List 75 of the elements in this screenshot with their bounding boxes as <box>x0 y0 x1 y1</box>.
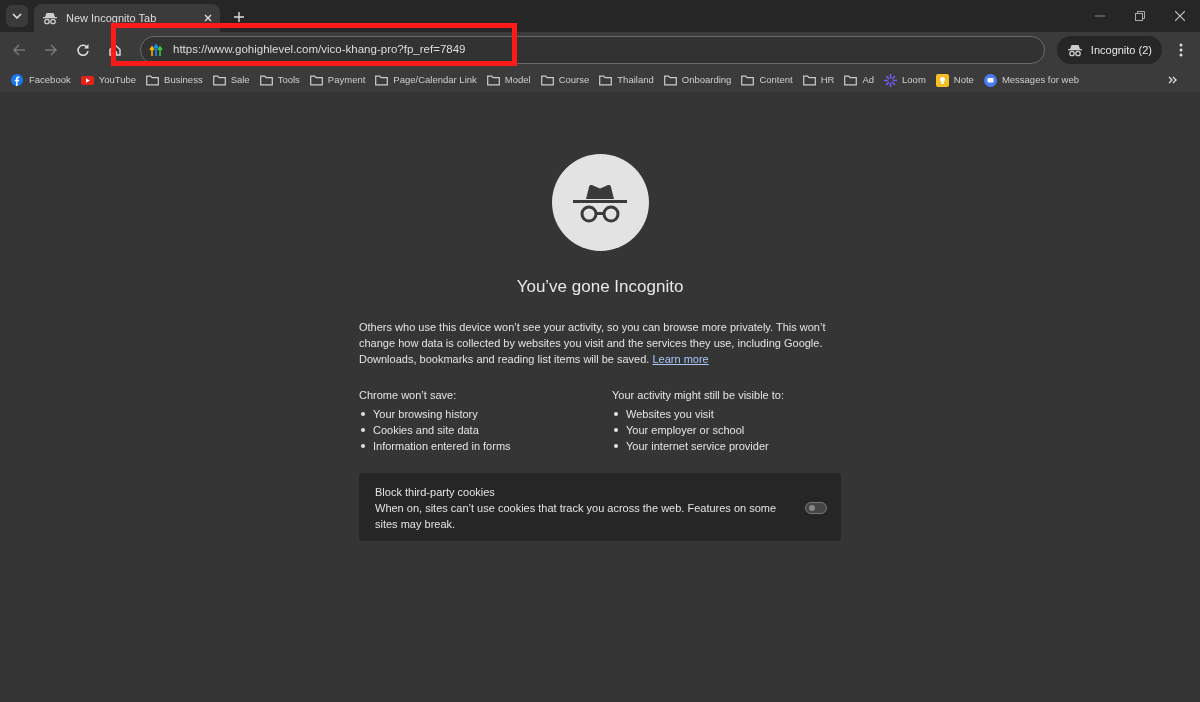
list-item: Your employer or school <box>626 423 745 439</box>
note-icon <box>935 73 949 87</box>
bookmark-item[interactable]: YouTube <box>75 70 142 90</box>
list-item: Your browsing history <box>373 407 478 423</box>
home-icon <box>108 43 122 57</box>
incognito-icon <box>1066 43 1083 57</box>
folder-icon <box>741 73 755 87</box>
bookmark-item[interactable]: Onboarding <box>658 70 737 90</box>
address-bar[interactable]: https://www.gohighlevel.com/vico-khang-pro?fp_ref=7849 <box>140 36 1045 64</box>
bookmark-item[interactable]: Ad <box>839 70 880 90</box>
folder-icon <box>663 73 677 87</box>
incognito-icon <box>570 182 630 223</box>
starburst-icon <box>884 73 898 87</box>
bookmark-item[interactable]: Loom <box>879 70 931 90</box>
learn-more-link[interactable]: Learn more <box>652 353 709 366</box>
bullet-dot <box>361 444 365 449</box>
card-description: When on, sites can’t use cookies that track you across the web. Features on some sites may break. <box>375 501 778 533</box>
tab-search-button[interactable] <box>6 5 28 27</box>
list-item: Your internet service provider <box>626 439 769 455</box>
bookmark-item[interactable]: Content <box>736 70 798 90</box>
bullet-dot <box>361 428 365 433</box>
bullet-dot <box>361 412 365 417</box>
bookmark-item[interactable]: Thailand <box>594 70 659 90</box>
list-item: Websites you visit <box>626 407 714 423</box>
restore-icon <box>1135 11 1145 21</box>
bookmark-item[interactable]: Note <box>930 70 979 90</box>
reload-icon <box>76 43 90 57</box>
tab-title: New Incognito Tab <box>66 10 158 26</box>
bookmark-item[interactable]: Business <box>141 70 208 90</box>
list-item: Information entered in forms <box>373 439 511 455</box>
chevron-down-icon <box>12 13 22 19</box>
video-play-icon <box>80 73 94 87</box>
plus-icon <box>234 12 244 22</box>
bookmark-item[interactable]: Tools <box>254 70 305 90</box>
back-arrow-icon <box>12 43 26 57</box>
folder-icon <box>146 73 160 87</box>
bookmark-item[interactable]: Model <box>481 70 536 90</box>
intro-paragraph: Others who use this device won’t see your activity, so you can browse more privately. This won’t change how data is collected by websites you visit and the services they use, including Google. Downloads, bookmarks and reading list items will be saved. Learn more <box>359 320 827 368</box>
list-heading: Your activity might still be visible to: <box>612 388 785 404</box>
card-title: Block third-party cookies <box>375 485 496 501</box>
close-icon <box>1175 11 1185 21</box>
bullet-dot <box>614 428 618 433</box>
double-chevron-icon <box>1168 76 1177 84</box>
bookmark-item[interactable]: Page/Calendar Link <box>370 70 482 90</box>
folder-icon <box>844 73 858 87</box>
folder-icon <box>259 73 273 87</box>
bookmark-item[interactable]: Facebook <box>6 70 76 90</box>
bookmark-item[interactable]: Sale <box>207 70 255 90</box>
incognito-profile-button[interactable]: Incognito (2) <box>1056 36 1162 64</box>
browser-tab[interactable]: New Incognito Tab <box>34 4 220 32</box>
folder-icon <box>212 73 226 87</box>
bookmark-item[interactable]: HR <box>797 70 840 90</box>
folder-icon <box>599 73 613 87</box>
url-text: https://www.gohighlevel.com/vico-khang-pro?fp_ref=7849 <box>173 42 466 58</box>
folder-icon <box>802 73 816 87</box>
folder-icon <box>540 73 554 87</box>
folder-icon <box>375 73 389 87</box>
folder-icon <box>309 73 323 87</box>
list-item: Cookies and site data <box>373 423 479 439</box>
bullet-dot <box>614 412 618 417</box>
folder-icon <box>486 73 500 87</box>
menu-icon <box>1179 43 1183 57</box>
bookmark-item[interactable]: Messages for web <box>978 70 1084 90</box>
chat-icon <box>983 73 997 87</box>
bookmark-item[interactable]: Course <box>535 70 595 90</box>
list-heading: Chrome won’t save: <box>359 388 458 404</box>
facebook-icon <box>11 73 24 87</box>
site-logo-icon <box>149 43 163 57</box>
page-heading: You’ve gone Incognito <box>516 277 684 298</box>
incognito-icon <box>42 11 58 25</box>
forward-arrow-icon <box>44 43 58 57</box>
toggle-switch[interactable] <box>805 502 827 515</box>
bookmark-item[interactable]: Payment <box>304 70 371 90</box>
close-icon[interactable] <box>204 14 212 22</box>
bullet-dot <box>614 444 618 449</box>
